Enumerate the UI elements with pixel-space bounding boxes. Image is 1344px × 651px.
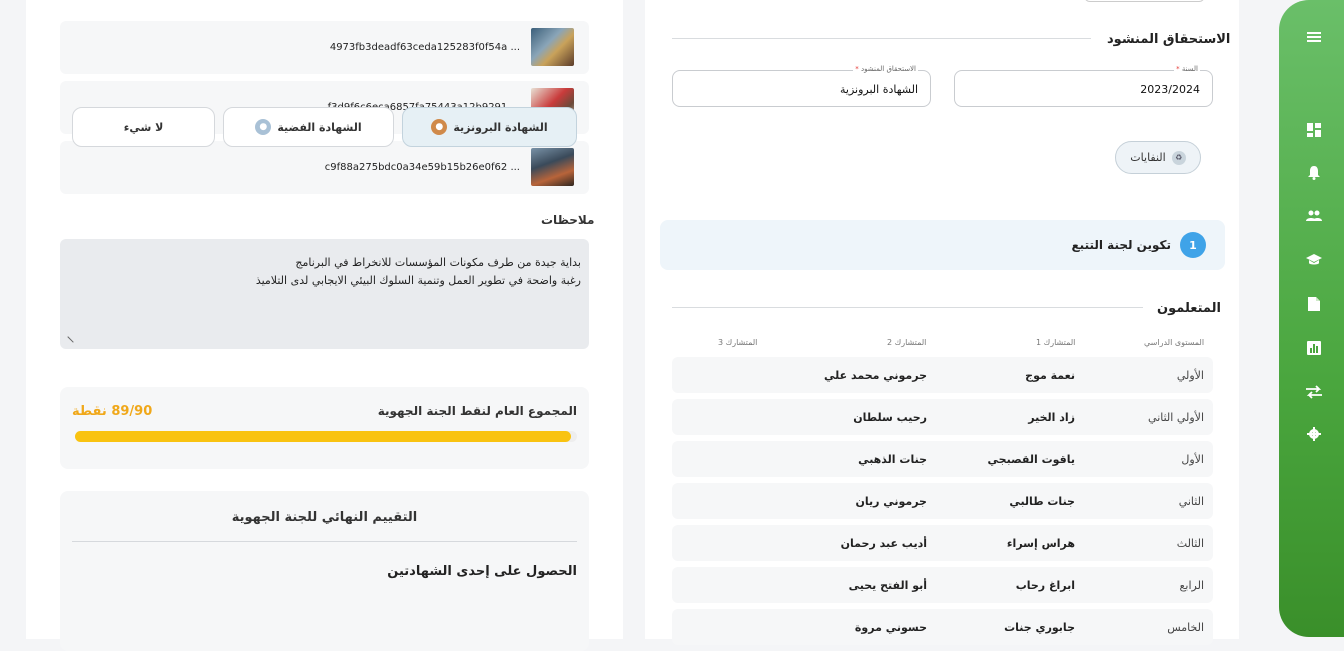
notes-label: ملاحظات	[541, 213, 595, 227]
bell-icon[interactable]	[1306, 165, 1322, 181]
level-cell: الأولي الثاني	[1148, 410, 1204, 424]
attachment-name: c9f88a275bdc0a34e59b15b26e0f62 ...	[324, 162, 520, 173]
table-row: الأول ياقوت القصبجي جنات الذهبي	[672, 441, 1213, 477]
attachment-row[interactable]: c9f88a275bdc0a34e59b15b26e0f62 ...	[60, 141, 589, 194]
step-label: تكوين لجنة التتبع	[1071, 238, 1171, 252]
table-row: الأولي الثاني زاد الخير رحيب سلطان	[672, 399, 1213, 435]
participant-1-cell: زاد الخير	[1028, 410, 1075, 424]
final-evaluation-card: التقييم النهائي للجنة الجهوية الحصول على…	[60, 491, 589, 651]
bronze-certificate-button[interactable]: ● الشهادة البرونزية	[402, 107, 577, 147]
divider	[672, 307, 1143, 308]
target-claim-select[interactable]: * الاستحقاق المنشود الشهادة البرونزية	[672, 65, 931, 107]
step-number: 1	[1180, 232, 1206, 258]
swap-arrows-icon[interactable]	[1306, 384, 1322, 400]
table-row: الخامس جابوري جنات حسوني مروة	[672, 609, 1213, 645]
claim-section-title: الاستحقاق المنشود	[1107, 32, 1231, 47]
silver-certificate-button[interactable]: ● الشهادة الفضية	[223, 107, 394, 147]
participant-1-cell: ياقوت القصبجي	[987, 452, 1075, 466]
waste-theme-label: النفايات	[1130, 151, 1166, 164]
level-cell: الثاني	[1178, 494, 1204, 508]
dashboard-icon[interactable]	[1306, 122, 1322, 138]
table-row: الثالث هراس إسراء أديب عبد رحمان	[672, 525, 1213, 561]
notes-line: رغبة واضحة في تطوير العمل وتنمية السلوك …	[255, 274, 581, 287]
attachment-thumbnail[interactable]	[531, 28, 574, 66]
level-cell: الثالث	[1176, 536, 1204, 550]
bronze-certificate-label: الشهادة البرونزية	[453, 120, 548, 134]
participant-1-cell: جنات طالبي	[1009, 494, 1075, 508]
step-card[interactable]: 1 تكوين لجنة التتبع	[660, 220, 1225, 270]
waste-theme-chip[interactable]: ♻ النفايات	[1115, 141, 1201, 174]
users-icon[interactable]	[1306, 208, 1322, 224]
participant-1-cell: هراس إسراء	[1006, 536, 1075, 550]
table-row: الأولي نعمة موج جرموني محمد علي	[672, 357, 1213, 393]
menu-icon[interactable]	[1306, 29, 1322, 45]
final-evaluation-title: التقييم النهائي للجنة الجهوية	[231, 510, 418, 525]
recycle-icon: ♻	[1171, 150, 1186, 165]
column-header: المتشارك 3	[718, 338, 758, 347]
certificate-question: الحصول على إحدى الشهادتين	[387, 564, 577, 579]
side-navigation	[1279, 0, 1344, 637]
resize-handle-icon[interactable]	[67, 331, 79, 343]
score-value: 89/90 نقطة	[72, 404, 153, 419]
learners-section-title: المتعلمون	[1157, 301, 1221, 316]
settings-icon[interactable]	[1306, 426, 1322, 442]
column-header: المتشارك 1	[1036, 338, 1076, 347]
silver-medal-icon: ●	[255, 119, 272, 135]
level-cell: الأولي	[1176, 368, 1204, 382]
participant-2-cell: جرموني ريان	[855, 494, 927, 508]
attachment-name: 4973fb3deadf63ceda125283f0f54a ...	[329, 42, 520, 53]
bronze-medal-icon: ●	[431, 119, 448, 135]
none-certificate-button[interactable]: لا شيء	[72, 107, 215, 147]
participant-1-cell: نعمة موج	[1025, 368, 1075, 382]
attachment-row[interactable]: 4973fb3deadf63ceda125283f0f54a ...	[60, 21, 589, 74]
level-cell: الخامس	[1167, 620, 1204, 634]
notes-textarea[interactable]: بداية جيدة من طرف مكونات المؤسسات للانخر…	[60, 239, 589, 349]
participant-2-cell: أبو الفتح يحيى	[848, 578, 927, 592]
level-cell: الرابع	[1179, 578, 1204, 592]
none-certificate-label: لا شيء	[123, 120, 164, 134]
divider	[672, 38, 1091, 39]
column-header: المتشارك 2	[887, 338, 927, 347]
notes-line: بداية جيدة من طرف مكونات المؤسسات للانخر…	[295, 256, 581, 269]
score-progress-fill	[75, 431, 572, 442]
target-claim-value: الشهادة البرونزية	[840, 83, 918, 96]
year-select[interactable]: * السنة 2023/2024	[954, 65, 1213, 107]
table-row: الرابع ابراغ رحاب أبو الفتح يحيى	[672, 567, 1213, 603]
score-title: المجموع العام لنقط الجنة الجهوية	[377, 404, 577, 418]
top-button-edge[interactable]	[1084, 0, 1205, 2]
divider	[72, 541, 577, 542]
document-icon[interactable]	[1306, 296, 1322, 312]
level-cell: الأول	[1181, 452, 1204, 466]
column-header: المستوى الدراسي	[1144, 338, 1205, 347]
silver-certificate-label: الشهادة الفضية	[277, 120, 362, 134]
participant-2-cell: جرموني محمد علي	[824, 368, 927, 382]
participant-2-cell: أديب عبد رحمان	[840, 536, 927, 550]
participant-1-cell: جابوري جنات	[1004, 620, 1075, 634]
score-progress-bar	[75, 431, 577, 442]
graduation-cap-icon[interactable]	[1306, 252, 1322, 268]
score-card: المجموع العام لنقط الجنة الجهوية 89/90 ن…	[60, 387, 589, 469]
chart-icon[interactable]	[1306, 340, 1322, 356]
participant-2-cell: رحيب سلطان	[853, 410, 927, 424]
participant-2-cell: حسوني مروة	[854, 620, 927, 634]
participant-1-cell: ابراغ رحاب	[1015, 578, 1075, 592]
year-value: 2023/2024	[1140, 83, 1200, 96]
participant-2-cell: جنات الذهبي	[858, 452, 927, 466]
attachment-thumbnail[interactable]	[531, 148, 574, 186]
table-row: الثاني جنات طالبي جرموني ريان	[672, 483, 1213, 519]
